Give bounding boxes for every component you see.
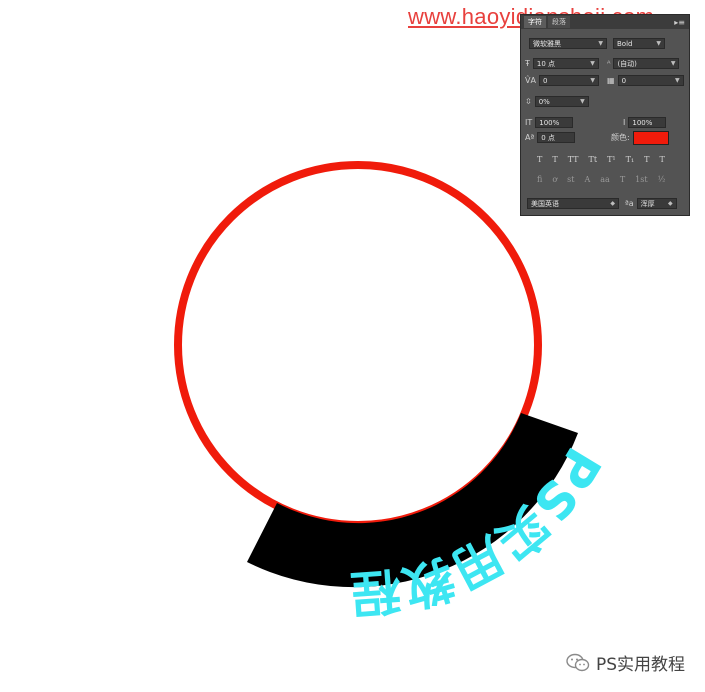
shift-value: 0% — [538, 97, 550, 106]
vertical-scale-input[interactable]: 100% — [535, 117, 574, 128]
underline-button[interactable]: T — [644, 155, 649, 164]
shift-input[interactable]: 0% ▼ — [534, 96, 589, 107]
tab-paragraph[interactable]: 段落 — [548, 16, 570, 28]
tab-character[interactable]: 字符 — [524, 16, 546, 28]
faux-bold-button[interactable]: T — [537, 155, 542, 164]
panel-tabs: 字符 段落 ▸≡ — [521, 15, 689, 29]
fractions-button[interactable]: ½ — [658, 175, 666, 184]
color-label: 颜色: — [611, 133, 630, 142]
ordinals-button[interactable]: 1st — [635, 175, 647, 184]
brand-watermark: PS实用教程 — [566, 650, 685, 675]
wechat-icon — [566, 653, 590, 673]
font-size-value: 10 点 — [536, 59, 556, 68]
dropdown-arrow-icon: ▼ — [580, 98, 585, 105]
leading-input[interactable]: (自动) ▼ — [613, 58, 680, 69]
vertical-scale-value: 100% — [539, 118, 560, 127]
dropdown-arrow-icon: ▼ — [598, 40, 603, 47]
dropdown-arrow-icon: ▼ — [656, 40, 661, 47]
dropdown-arrow-icon: ▼ — [674, 77, 680, 84]
font-style-select[interactable]: Bold ▼ — [613, 38, 665, 49]
stylistic-button[interactable]: A — [585, 175, 591, 184]
font-size-input[interactable]: 10 点 ▼ — [532, 58, 599, 69]
strikethrough-button[interactable]: T — [660, 155, 665, 164]
dropdown-arrow-icon: ▼ — [670, 60, 676, 67]
superscript-button[interactable]: T¹ — [607, 155, 616, 164]
vertical-scale-icon: IT — [525, 118, 533, 127]
brand-name: PS实用教程 — [596, 655, 686, 675]
dropdown-arrow-icon: ▼ — [590, 60, 595, 67]
kerning-value: 0 — [542, 76, 548, 85]
horizontal-scale-value: 100% — [632, 118, 653, 127]
baseline-input[interactable]: 0 点 — [537, 132, 576, 143]
baseline-value: 0 点 — [541, 133, 555, 142]
all-caps-button[interactable]: TT — [568, 155, 579, 164]
language-select[interactable]: 美国英语 ◆ — [527, 198, 619, 209]
tracking-value: 0 — [621, 76, 627, 85]
style-buttons: T T TT Tt T¹ T₁ T T — [537, 155, 665, 164]
font-family-value: 微软雅黑 — [533, 39, 561, 48]
panel-menu-icon[interactable]: ▸≡ — [674, 18, 685, 27]
kerning-input[interactable]: 0 ▼ — [538, 75, 599, 86]
font-size-icon: Ŧ — [525, 59, 530, 68]
titling-button[interactable]: aa — [600, 175, 610, 184]
leading-value: (自动) — [617, 59, 637, 68]
language-value: 美国英语 — [531, 199, 559, 208]
antialias-icon: ªa — [625, 199, 634, 208]
dropdown-arrow-icon: ◆ — [610, 200, 615, 207]
baseline-icon: Aª — [525, 133, 535, 142]
ligatures-button[interactable]: fi — [537, 175, 542, 184]
tracking-input[interactable]: 0 ▼ — [617, 75, 684, 86]
discretionary-button[interactable]: ơ — [552, 175, 557, 184]
horizontal-scale-icon: I — [623, 118, 626, 127]
character-panel: 字符 段落 ▸≡ 微软雅黑 ▼ Bold ▼ Ŧ 10 点 ▼ ᴬ (自动) ▼ V̂A… — [520, 14, 690, 216]
leading-icon: ᴬ — [607, 59, 611, 68]
ornaments-button[interactable]: T — [620, 175, 625, 184]
horizontal-scale-input[interactable]: 100% — [628, 117, 667, 128]
antialias-value: 浑厚 — [640, 199, 655, 208]
dropdown-arrow-icon: ◆ — [668, 200, 673, 207]
font-family-select[interactable]: 微软雅黑 ▼ — [529, 38, 607, 49]
antialias-select[interactable]: 浑厚 ◆ — [636, 198, 677, 209]
color-swatch[interactable] — [632, 130, 669, 145]
faux-italic-button[interactable]: T — [552, 155, 557, 164]
small-caps-button[interactable]: Tt — [589, 155, 598, 164]
kerning-icon: V̂A — [525, 76, 536, 85]
tracking-icon: ▦ — [607, 76, 615, 85]
dropdown-arrow-icon: ▼ — [590, 77, 595, 84]
font-style-value: Bold — [617, 39, 633, 48]
subscript-button[interactable]: T₁ — [626, 155, 635, 164]
shift-icon: ⇳ — [525, 97, 532, 106]
swash-button[interactable]: st — [567, 175, 574, 184]
opentype-buttons: fi ơ st A aa T 1st ½ — [537, 175, 665, 184]
